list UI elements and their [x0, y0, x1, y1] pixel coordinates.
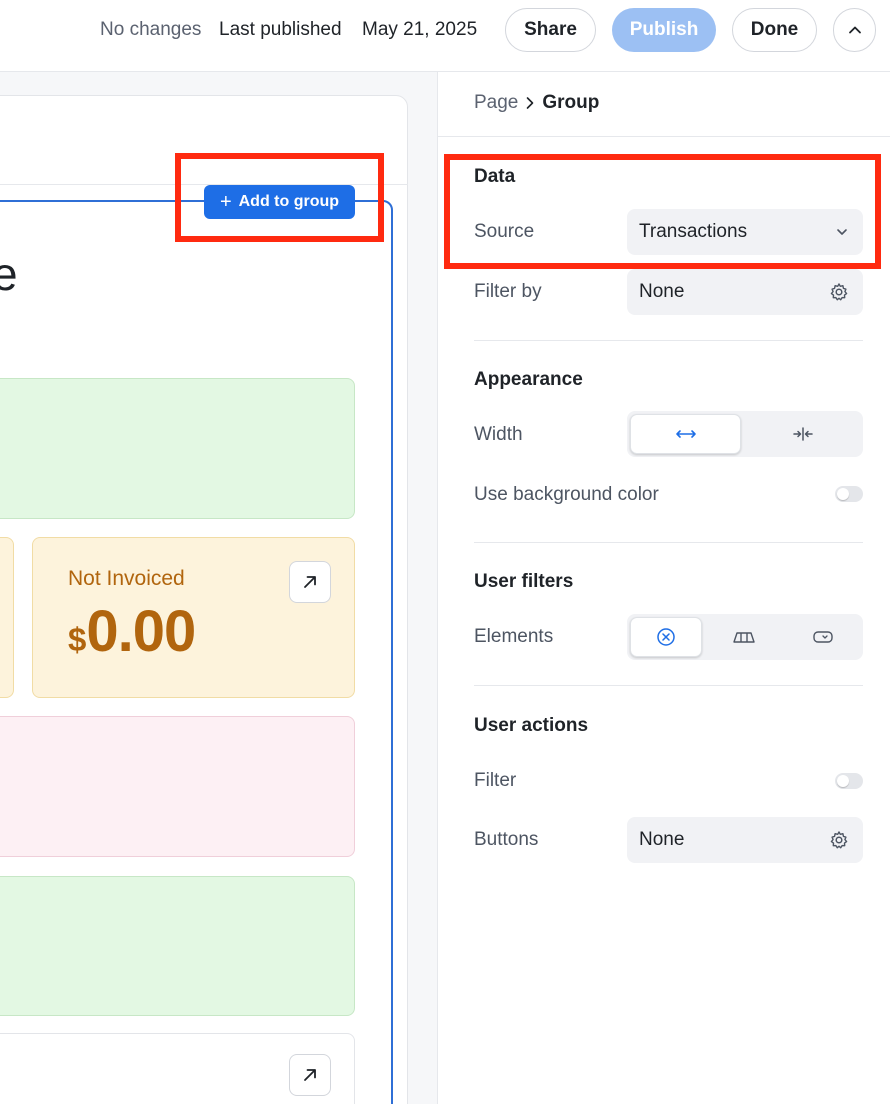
width-full-option[interactable] [630, 414, 741, 454]
section-divider [474, 542, 863, 543]
filter-by-label: Filter by [474, 281, 542, 302]
elements-dropdown-option[interactable] [786, 617, 860, 657]
chevron-up-icon [848, 26, 861, 34]
tabs-icon [733, 632, 755, 643]
breadcrumb-page[interactable]: Page [474, 92, 518, 114]
gear-icon[interactable] [829, 282, 849, 302]
last-published-label: Last published [219, 19, 342, 40]
buttons-value: None [639, 829, 685, 850]
appearance-section-title: Appearance [474, 369, 583, 390]
arrow-up-right-icon [304, 576, 316, 588]
arrow-up-right-icon [304, 1069, 316, 1081]
last-published-date: May 21, 2025 [362, 19, 478, 40]
metric-tile-not-invoiced[interactable]: Not Invoiced $0.00 [32, 537, 355, 698]
elements-segmented-control [627, 614, 863, 660]
none-icon [657, 628, 675, 646]
elements-label: Elements [474, 626, 554, 647]
elements-tabs-option[interactable] [706, 617, 782, 657]
done-button[interactable]: Done [732, 8, 817, 52]
filter-action-toggle[interactable] [835, 773, 863, 789]
publish-status: No changes [100, 19, 202, 40]
filter-by-value: None [639, 281, 685, 302]
open-tile-button[interactable] [289, 1054, 331, 1096]
highlight-box-data-source [444, 154, 881, 269]
tile-title: Not Invoiced [68, 567, 185, 590]
top-bar: No changes Last published May 21, 2025 S… [0, 0, 890, 72]
dropdown-icon [813, 631, 833, 643]
buttons-label: Buttons [474, 829, 539, 850]
filter-action-label: Filter [474, 770, 517, 791]
metric-tile-amber-partial[interactable] [0, 537, 14, 698]
tile-amount: 0.00 [86, 599, 196, 664]
share-button[interactable]: Share [505, 8, 596, 52]
highlight-box-add-to-group [175, 153, 384, 242]
metric-tile-white[interactable] [0, 1033, 355, 1104]
width-centered-option[interactable] [745, 414, 860, 454]
metric-tile-green-2[interactable] [0, 876, 355, 1016]
centered-width-icon [792, 427, 813, 441]
background-color-label: Use background color [474, 484, 659, 505]
full-width-icon [675, 430, 696, 438]
metric-tile-green[interactable] [0, 378, 355, 519]
width-label: Width [474, 424, 523, 445]
gear-icon[interactable] [829, 830, 849, 850]
panel-header-divider [438, 136, 890, 137]
group-heading-partial: e [0, 247, 18, 301]
breadcrumb: Page Group [474, 92, 599, 114]
publish-button[interactable]: Publish [612, 8, 716, 52]
buttons-select[interactable]: None [627, 817, 863, 863]
breadcrumb-group: Group [542, 92, 600, 113]
user-actions-section-title: User actions [474, 715, 589, 736]
user-filters-section-title: User filters [474, 571, 574, 592]
open-tile-button[interactable] [289, 561, 331, 603]
section-divider [474, 340, 863, 341]
tile-value: $0.00 [68, 598, 196, 665]
chevron-right-icon [527, 97, 534, 109]
background-color-toggle[interactable] [835, 486, 863, 502]
width-segmented-control [627, 411, 863, 457]
metric-tile-pink[interactable] [0, 716, 355, 857]
section-divider [474, 685, 863, 686]
tile-currency: $ [68, 621, 87, 658]
collapse-button[interactable] [833, 8, 876, 52]
filter-by-select[interactable]: None [627, 269, 863, 315]
elements-none-option[interactable] [630, 617, 702, 657]
